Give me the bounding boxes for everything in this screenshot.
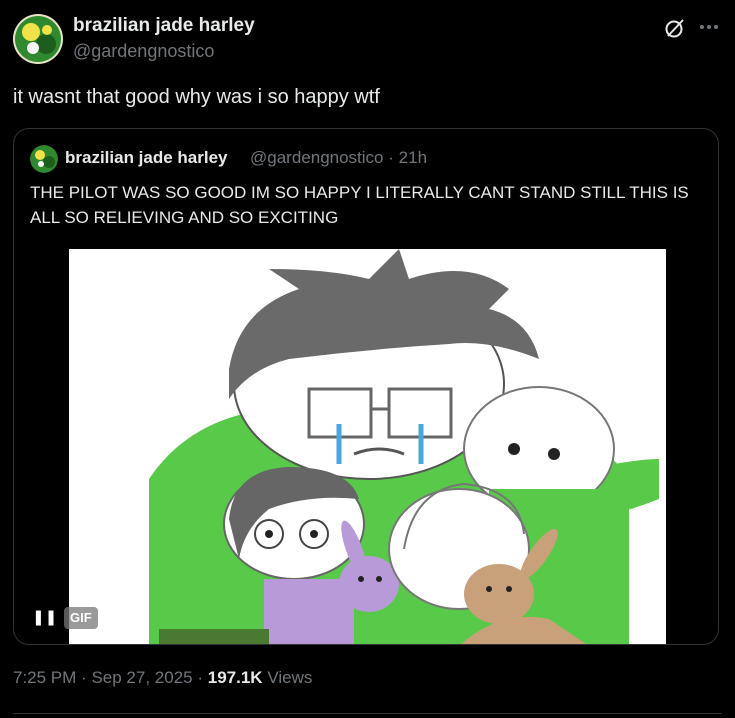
grok-icon[interactable] [664,17,686,39]
quoted-text: THE PILOT WAS SO GOOD IM SO HAPPY I LITE… [30,183,689,227]
avatar[interactable] [13,14,63,64]
footer-separator: · [197,668,204,687]
footer-separator: · [81,668,87,687]
quoted-tweet[interactable]: brazilian jade harley @gardengnostico · … [13,128,719,645]
quoted-meta: @gardengnostico · 21h [250,148,427,168]
meta-separator: · [388,148,394,167]
quoted-handle: @gardengnostico [250,148,384,167]
views-label: Views [267,668,313,687]
tweet-footer: 7:25 PM · Sep 27, 2025 · 197.1K Views [13,668,312,688]
quoted-avatar [30,145,58,173]
divider [13,713,722,714]
quoted-time: 21h [398,148,428,167]
gif-media[interactable] [69,249,666,644]
tweet-text: it wasnt that good why was i so happy wt… [13,86,380,108]
author-name[interactable]: brazilian jade harley [73,15,255,37]
post-time[interactable]: 7:25 PM [13,668,76,687]
more-icon[interactable] [696,16,722,38]
quoted-author-name: brazilian jade harley [65,148,228,167]
views-count: 197.1K [207,668,263,687]
gif-badge: GIF [64,607,98,629]
author-handle[interactable]: @gardengnostico [73,41,214,62]
pause-icon[interactable]: ❚❚ [32,607,57,629]
post-date[interactable]: Sep 27, 2025 [91,668,192,687]
